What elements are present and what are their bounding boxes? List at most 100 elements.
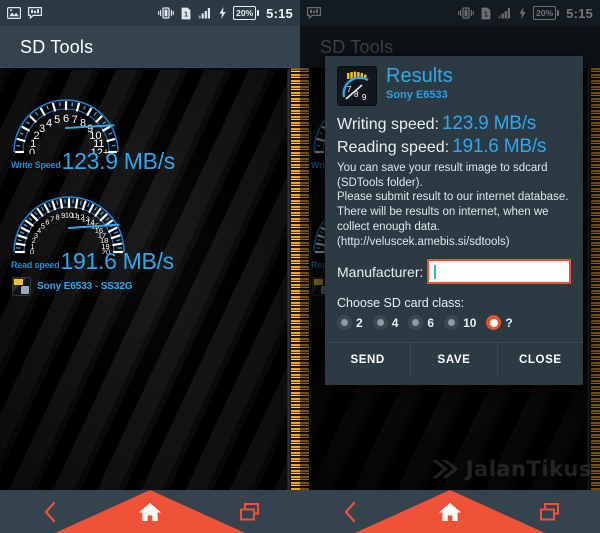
recents-button-left[interactable]	[235, 497, 265, 527]
write-gauge-dial: 0123 4 5 6 7 8 9101112+	[13, 99, 119, 154]
note-line-3: There will be results on internet, when …	[337, 206, 549, 219]
dialog-writing-value: 123.9 MB/s	[441, 113, 537, 134]
dialog-reading-value: 191.6 MB/s	[452, 136, 547, 157]
dialog-title: Results	[386, 65, 453, 87]
sd-class-label-4: 4	[391, 315, 399, 330]
navigation-bar-right	[300, 490, 600, 533]
status-icons-left	[7, 7, 42, 19]
manufacturer-row: Manufacturer:	[337, 259, 571, 285]
read-gauge-dial: 01234567891011121314151617181920	[13, 196, 125, 254]
recents-icon	[540, 502, 559, 520]
action-bar-shadow-left	[0, 68, 300, 71]
dialog-button-row: SEND SAVE CLOSE	[325, 342, 583, 378]
status-clock: 5:15	[266, 5, 293, 21]
dialog-writing-label: Writing speed:	[337, 116, 439, 133]
svg-text:7: 7	[50, 215, 54, 224]
left-phone-panel: 1 20% 5:15 SD Tools 0 1 2 3 4 5 6 7 8 9 …	[0, 0, 300, 533]
recents-button-right[interactable]	[535, 497, 565, 527]
svg-text:3: 3	[39, 123, 45, 135]
sd-class-title: Choose SD card class:	[337, 296, 465, 311]
dialog-note-text: You can save your result image to sdcard…	[337, 161, 571, 249]
manufacturer-label: Manufacturer:	[337, 263, 424, 280]
svg-text:6: 6	[63, 113, 69, 125]
svg-text:8: 8	[56, 212, 60, 221]
right-phone-panel: 1 20% 5:15 SD Tools	[300, 0, 600, 533]
read-speed-readout: Read speed 191.6 MB/s	[11, 248, 174, 275]
back-button-left[interactable]	[35, 497, 65, 527]
back-chevron-icon	[344, 501, 356, 522]
svg-text:9: 9	[362, 93, 367, 102]
read-speed-value: 191.6 MB/s	[60, 248, 175, 274]
home-button-right[interactable]	[435, 497, 465, 527]
sd-class-option-unknown[interactable]: ?	[486, 315, 513, 331]
note-line-5: (http://veluscek.amebis.si/sdtools)	[337, 235, 510, 248]
sd-class-label-unknown: ?	[505, 315, 513, 330]
device-row: Sony E6533 - SS32G	[12, 277, 174, 296]
sdtools-app-icon: 7 8 9	[337, 66, 377, 106]
note-line-1: (SDTools folder).	[337, 176, 423, 189]
write-speed-gauge: 0 1 2 3 4 5 6 7 8 9 10 11 12+ Write Speed 123.9 MB/s	[8, 68, 175, 175]
phone-screenshot-pair: 1 20% 5:15 SD Tools 0 1 2 3 4 5 6 7 8 9 …	[0, 0, 600, 533]
vibrate-icon	[158, 7, 175, 19]
dialog-subtitle: Sony E6533	[386, 89, 448, 101]
send-button[interactable]: SEND	[325, 343, 412, 378]
recents-icon	[240, 502, 259, 520]
navigation-bar-left	[0, 490, 300, 533]
app-title-left: SD Tools	[20, 36, 94, 57]
results-dialog: 7 8 9 Results Sony E6533 Writing speed: …	[325, 56, 583, 386]
svg-text:8: 8	[354, 90, 359, 99]
read-speed-label: Read speed	[11, 260, 60, 270]
sd-class-option-10[interactable]: 10	[444, 315, 477, 331]
radio-icon-2	[337, 315, 352, 331]
close-button[interactable]: CLOSE	[497, 343, 583, 378]
sd-class-label-6: 6	[427, 315, 435, 330]
battery-indicator: 20%	[233, 6, 260, 20]
svg-text:6: 6	[45, 218, 49, 227]
left-content-area: 0 1 2 3 4 5 6 7 8 9 10 11 12+ Write Speed 123.9 MB/s…	[0, 68, 300, 490]
image-icon	[7, 7, 21, 19]
dialog-reading-speed-row: Reading speed: 191.6 MB/s	[337, 136, 571, 158]
home-button-left[interactable]	[135, 497, 165, 527]
device-app-icon	[12, 277, 31, 296]
note-line-0: You can save your result image to sdcard	[337, 162, 548, 174]
charging-bolt-icon	[219, 7, 226, 19]
back-chevron-icon	[44, 501, 56, 522]
radio-icon-4	[372, 315, 388, 331]
dialog-bottom-spacer	[325, 377, 583, 386]
note-line-4: collect enough data.	[337, 220, 440, 233]
svg-text:7: 7	[347, 85, 352, 94]
read-speed-gauge: 01234567891011121314151617181920 Read sp…	[8, 164, 174, 296]
dialog-writing-speed-row: Writing speed: 123.9 MB/s	[337, 113, 571, 135]
svg-text:5: 5	[54, 114, 60, 126]
radio-icon-6	[408, 315, 424, 331]
message-icon	[28, 7, 42, 19]
radio-icon-unknown-selected	[486, 315, 502, 331]
svg-text:4: 4	[46, 117, 52, 129]
back-button-right[interactable]	[335, 497, 365, 527]
action-bar-left: SD Tools	[0, 26, 300, 68]
svg-text:1: 1	[184, 11, 188, 18]
speedometer-icon: 7 8 9	[338, 67, 376, 105]
status-icons-right: 1 20% 5:15	[158, 6, 293, 21]
sd-class-label-10: 10	[463, 315, 477, 330]
save-button[interactable]: SAVE	[411, 343, 498, 378]
dialog-body: Writing speed: 123.9 MB/s Reading speed:…	[325, 110, 583, 331]
device-name-label: Sony E6533 - SS32G	[37, 281, 133, 292]
home-icon	[439, 502, 461, 521]
sim-card-icon: 1	[181, 7, 191, 19]
radio-icon-10	[444, 315, 460, 331]
status-bar-left: 1 20% 5:15	[0, 0, 300, 26]
dialog-header: 7 8 9 Results Sony E6533	[325, 66, 583, 110]
sd-class-radio-group: 2 4 6 10 ?	[337, 315, 571, 331]
sd-class-label-2: 2	[356, 315, 363, 330]
sd-class-option-4[interactable]: 4	[372, 315, 399, 331]
home-icon	[139, 502, 161, 521]
sd-class-option-6[interactable]: 6	[408, 315, 435, 331]
sd-class-option-2[interactable]: 2	[337, 315, 363, 331]
dialog-reading-label: Reading speed:	[337, 139, 450, 156]
signal-bars-icon	[198, 8, 211, 19]
text-caret	[434, 264, 436, 279]
battery-percent-label: 20%	[236, 7, 254, 18]
manufacturer-input[interactable]	[427, 259, 571, 285]
note-line-2: Please submit result to our internet dat…	[337, 191, 569, 204]
